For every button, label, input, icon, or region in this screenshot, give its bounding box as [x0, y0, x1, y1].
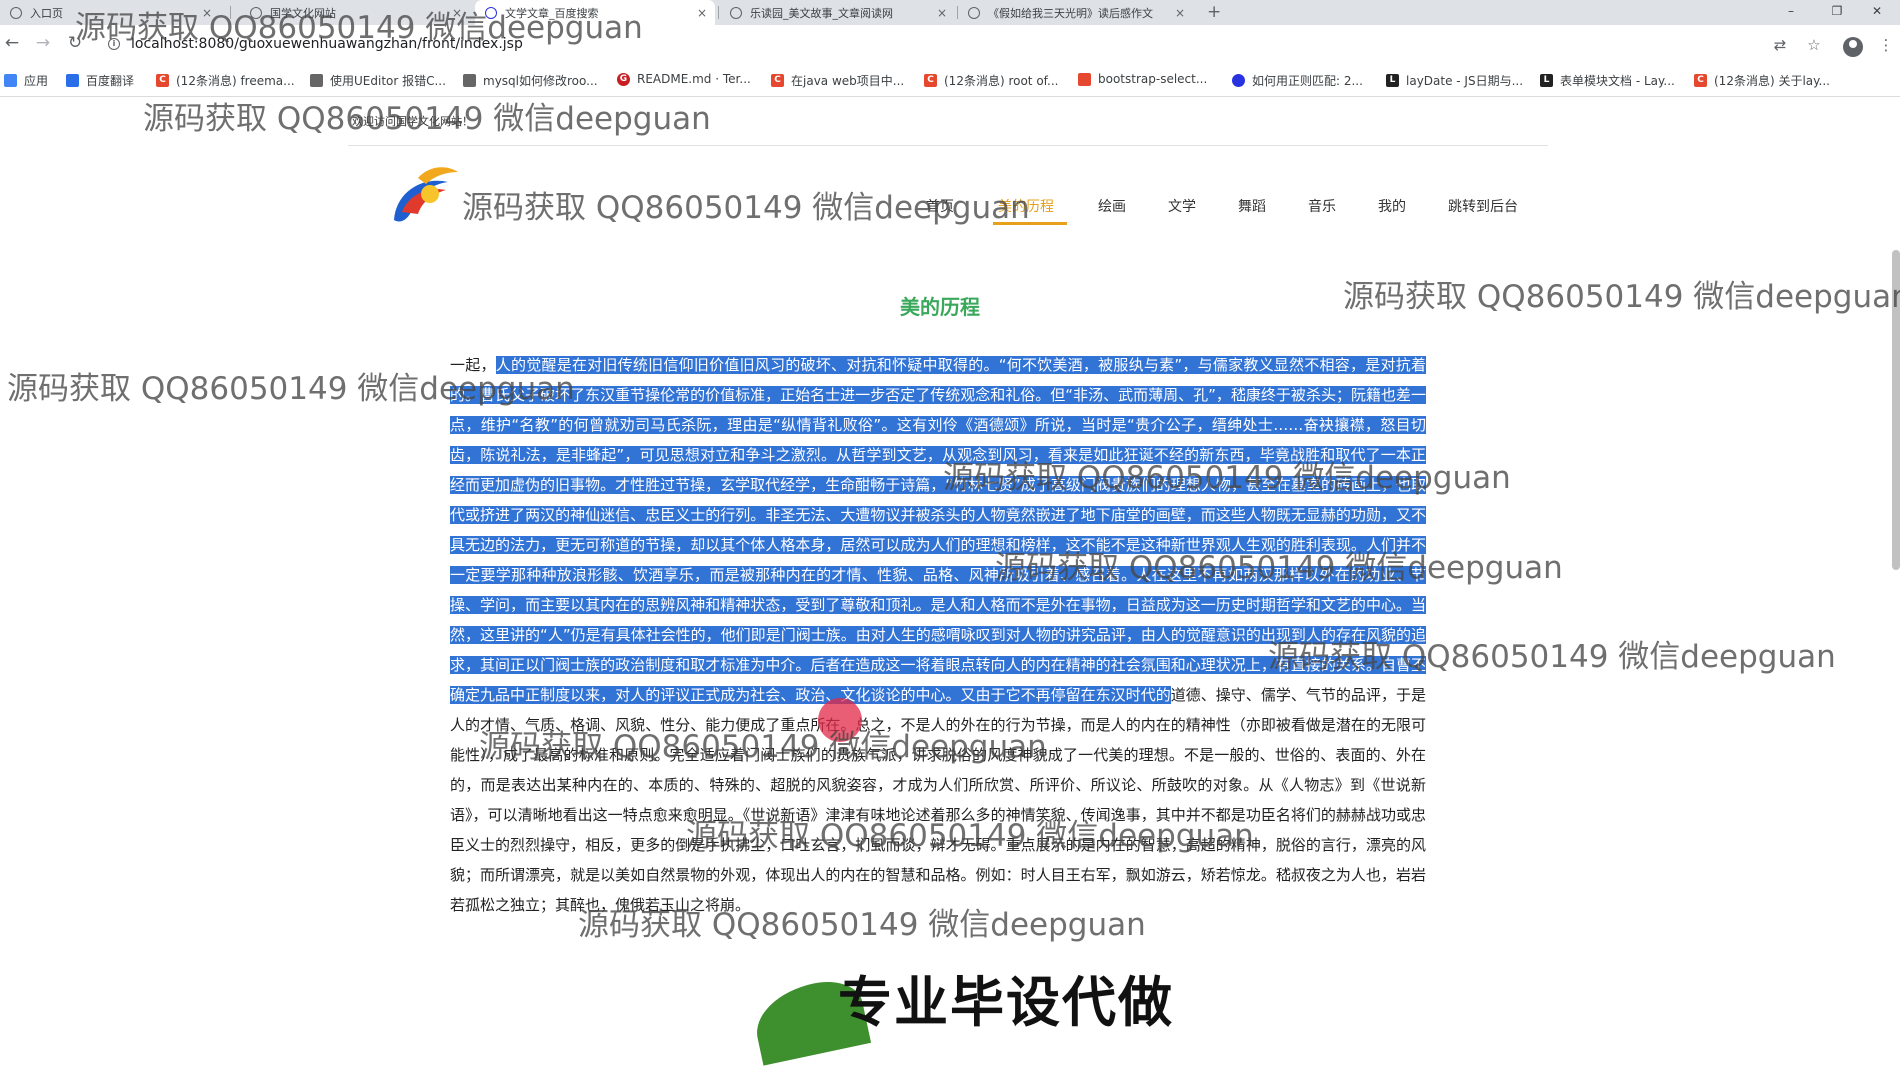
nav-dance[interactable]: 舞蹈 [1238, 196, 1266, 216]
bookmark-label: mysql如何修改roo... [483, 74, 598, 88]
article-lead-text: 一起， [450, 356, 496, 374]
bookmark-label: 如何用正则匹配: 2... [1252, 74, 1363, 88]
baidu-icon [1232, 74, 1245, 87]
bookmark-apps[interactable]: 应用 [4, 72, 48, 89]
bookmark-item[interactable]: C (12条消息) 关于lay... [1694, 72, 1830, 89]
csdn-icon: C [924, 74, 937, 87]
layui-icon: L [1540, 74, 1553, 87]
bookmark-label: 应用 [24, 74, 49, 88]
baidu-paw-icon [485, 6, 497, 19]
ueditor-icon [310, 74, 323, 87]
baidu-translate-icon [66, 74, 79, 87]
tab-label: 国学文化网站 [270, 6, 336, 20]
bookmark-icon [463, 74, 476, 87]
gitee-icon: G [617, 72, 630, 86]
bookmark-label: layDate - JS日期与... [1406, 74, 1524, 88]
tab-label: 文学文章_百度搜索 [505, 6, 599, 20]
tab-close-icon[interactable]: × [452, 6, 462, 20]
back-arrow-icon[interactable]: ← [2, 33, 22, 53]
nav-home[interactable]: 首页 [926, 196, 954, 216]
bookmark-item[interactable]: G README.md · Ter... [617, 72, 751, 86]
article-text: 道德、操守、儒学、气节的品评，于是人的才情、气质、格调、风貌、性分、能力便成了重… [450, 686, 1426, 914]
promo-banner-text: 专业毕设代做 [838, 971, 1174, 1034]
globe-icon [968, 6, 980, 19]
apps-icon [4, 74, 17, 87]
mouse-cursor-highlight [818, 698, 862, 742]
tab-close-icon[interactable]: × [937, 6, 947, 20]
bookmark-label: README.md · Ter... [637, 72, 751, 86]
tab-4[interactable]: 《假如给我三天光明》读后感作文 × [958, 0, 1193, 25]
nav-painting[interactable]: 绘画 [1098, 196, 1126, 216]
bookmark-item[interactable]: bootstrap-select... [1078, 72, 1207, 86]
bookmark-item[interactable]: L 表单模块文档 - Lay... [1540, 72, 1675, 89]
tab-label: 入口页 [30, 6, 63, 20]
bookmark-label: (12条消息) 关于lay... [1714, 74, 1830, 88]
bookmark-label: 表单模块文档 - Lay... [1560, 74, 1675, 88]
tab-separator [230, 6, 231, 19]
globe-icon [250, 6, 262, 19]
bookmark-label: (12条消息) freema... [176, 74, 295, 88]
profile-avatar-icon[interactable] [1843, 37, 1863, 57]
bookmark-item[interactable]: 如何用正则匹配: 2... [1232, 72, 1363, 89]
tab-label: 《假如给我三天光明》读后感作文 [988, 6, 1153, 20]
info-icon[interactable]: i [108, 38, 120, 50]
close-window-button[interactable]: ✕ [1854, 0, 1900, 25]
bookmark-item[interactable]: L layDate - JS日期与... [1386, 72, 1523, 89]
nav-admin[interactable]: 跳转到后台 [1448, 196, 1518, 216]
bookmark-item[interactable]: mysql如何修改roo... [463, 72, 598, 89]
tab-strip: 入口页 × 国学文化网站 × 文学文章_百度搜索 × 乐读园_美文故事_文章阅读… [0, 0, 1900, 25]
tab-1[interactable]: 国学文化网站 × [240, 0, 470, 25]
bookmark-item[interactable]: 百度翻译 [66, 72, 134, 89]
site-logo-icon[interactable] [388, 162, 464, 234]
layui-icon: L [1386, 74, 1399, 87]
bookmark-label: 使用UEditor 报错C... [330, 74, 446, 88]
tab-close-icon[interactable]: × [697, 6, 707, 20]
bookmark-label: bootstrap-select... [1098, 72, 1208, 86]
welcome-text: 欢迎访问国学文化网站！ [352, 115, 473, 128]
minimize-button[interactable]: – [1768, 0, 1814, 25]
forward-arrow-icon[interactable]: → [33, 33, 53, 53]
nav-mine[interactable]: 我的 [1378, 196, 1406, 216]
csdn-icon: C [771, 74, 784, 87]
tab-3[interactable]: 乐读园_美文故事_文章阅读网 × [720, 0, 955, 25]
reload-icon[interactable]: ↻ [65, 33, 85, 53]
bootstrap-icon [1078, 72, 1091, 86]
article-title: 美的历程 [900, 295, 980, 319]
tab-close-icon[interactable]: × [202, 6, 212, 20]
bookmark-label: (12条消息) root of... [944, 74, 1059, 88]
bookmark-item[interactable]: C 在java web项目中... [771, 72, 904, 89]
translate-icon[interactable]: ⇄ [1770, 36, 1790, 54]
csdn-icon: C [156, 74, 169, 87]
tab-separator [718, 6, 719, 19]
bookmark-item[interactable]: 使用UEditor 报错C... [310, 72, 446, 89]
bookmark-label: 在java web项目中... [791, 74, 905, 88]
selected-text: 人的觉醒是在对旧传统旧信仰旧价值旧风习的破坏、对抗和怀疑中取得的。“何不饮美酒，… [450, 356, 1426, 704]
article-body: 一起，人的觉醒是在对旧传统旧信仰旧价值旧风习的破坏、对抗和怀疑中取得的。“何不饮… [450, 350, 1426, 920]
csdn-icon: C [1694, 74, 1707, 87]
url-field[interactable]: localhost:8080/guoxuewenhuawangzhan/fron… [131, 36, 523, 52]
tab-close-icon[interactable]: × [1175, 6, 1185, 20]
header-divider [348, 145, 1548, 146]
page-scrollbar[interactable] [1892, 250, 1900, 570]
star-icon[interactable]: ☆ [1804, 36, 1824, 54]
nav-music[interactable]: 音乐 [1308, 196, 1336, 216]
bookmark-item[interactable]: C (12条消息) freema... [156, 72, 295, 89]
menu-dots-icon[interactable]: ⋮ [1876, 36, 1896, 54]
tab-0[interactable]: 入口页 × [0, 0, 220, 25]
tab-2[interactable]: 文学文章_百度搜索 × [475, 0, 715, 25]
globe-icon [730, 6, 742, 19]
new-tab-button[interactable]: + [1207, 0, 1221, 25]
globe-icon [10, 6, 22, 19]
nav-beauty-history[interactable]: 美的历程 [998, 196, 1054, 216]
nav-active-indicator [993, 222, 1067, 225]
bookmark-item[interactable]: C (12条消息) root of... [924, 72, 1058, 89]
tab-label: 乐读园_美文故事_文章阅读网 [750, 6, 893, 20]
nav-literature[interactable]: 文学 [1168, 196, 1196, 216]
bookmark-label: 百度翻译 [86, 74, 135, 88]
